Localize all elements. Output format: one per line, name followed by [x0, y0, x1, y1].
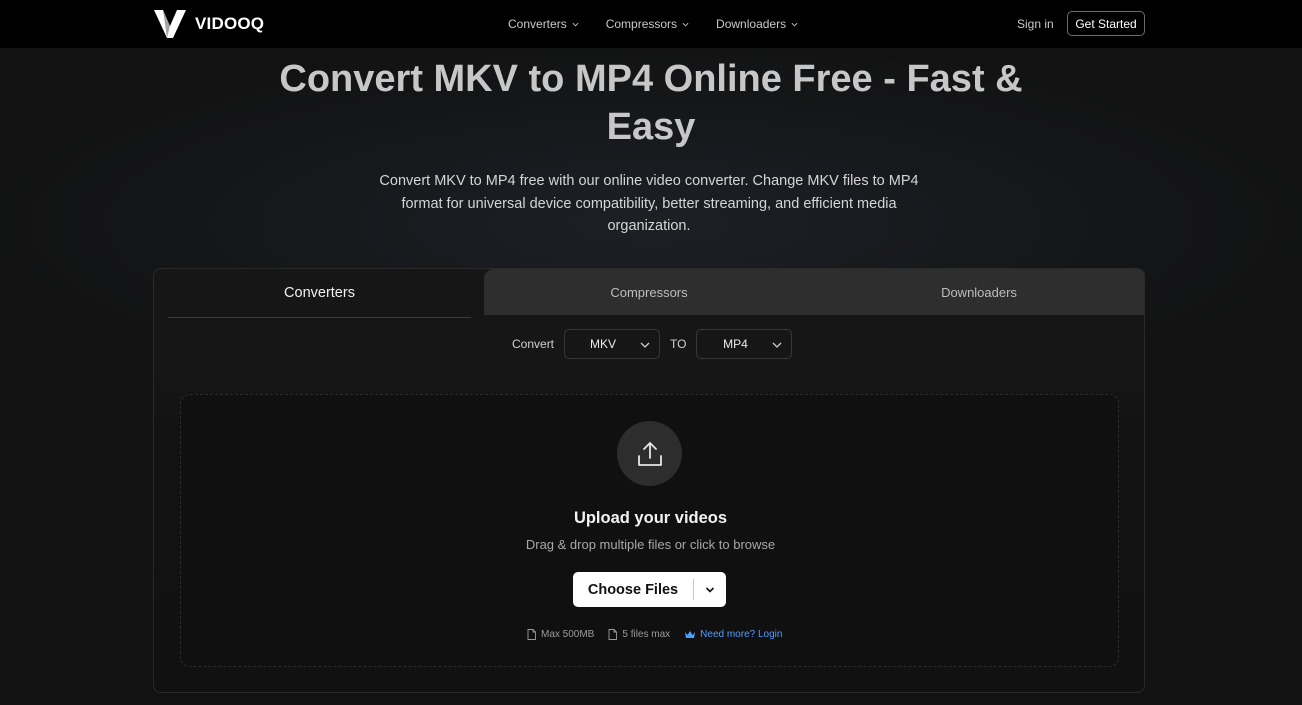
choose-files-button-group: Choose Files — [573, 572, 726, 607]
chevron-down-icon — [572, 22, 579, 26]
tab-converters[interactable]: Converters — [168, 269, 471, 318]
brand-logo[interactable]: VIDOOQ — [153, 8, 264, 40]
chevron-down-icon — [640, 342, 650, 348]
upload-limits: Max 500MB 5 files max Need more? Login — [527, 627, 782, 641]
upload-section: Upload your videos Drag & drop multiple … — [154, 369, 1144, 692]
format-selector-row: Convert MKV TO MP4 — [512, 329, 793, 359]
to-format-value: MP4 — [723, 337, 748, 351]
nav-compressors-label: Compressors — [605, 17, 678, 31]
upload-subtitle: Drag & drop multiple files or click to b… — [525, 537, 776, 552]
file-icon — [608, 628, 618, 640]
tab-bar: Converters Compressors Downloaders — [154, 269, 1144, 318]
from-format-select[interactable]: MKV — [564, 329, 661, 359]
sign-in-link[interactable]: Sign in — [1017, 17, 1054, 31]
tab-strip: Compressors Downloaders — [484, 269, 1144, 315]
nav-compressors[interactable]: Compressors — [606, 17, 689, 31]
nav-converters[interactable]: Converters — [508, 17, 579, 31]
need-more-text: Need more? Login — [700, 628, 783, 640]
chevron-down-icon — [682, 22, 689, 26]
brand-name: VIDOOQ — [195, 14, 265, 33]
upload-icon — [637, 441, 662, 466]
tab-compressors[interactable]: Compressors — [484, 269, 814, 315]
page-title: Convert MKV to MP4 Online Free - Fast & … — [279, 58, 1023, 148]
top-navbar: VIDOOQ Converters Compressors Downloader… — [0, 0, 1302, 48]
choose-files-dropdown[interactable] — [694, 572, 726, 607]
max-files-text: 5 files max — [622, 628, 671, 640]
nav-downloaders[interactable]: Downloaders — [716, 17, 798, 31]
tab-downloaders[interactable]: Downloaders — [814, 269, 1144, 315]
converter-card: Converters Compressors Downloaders Conve… — [153, 268, 1145, 693]
crown-icon — [685, 630, 696, 638]
vidooq-logo-icon — [154, 10, 186, 38]
max-files-info: 5 files max — [608, 629, 670, 640]
choose-files-button[interactable]: Choose Files — [573, 582, 693, 598]
to-label: TO — [670, 337, 687, 351]
convert-label: Convert — [512, 337, 555, 351]
chevron-down-icon — [791, 22, 798, 26]
max-size-text: Max 500MB — [541, 628, 595, 640]
file-icon — [527, 628, 536, 640]
need-more-login-link[interactable]: Need more? Login — [684, 629, 782, 640]
nav-converters-label: Converters — [508, 17, 567, 31]
nav-menu: Converters Compressors Downloaders — [508, 0, 825, 48]
from-format-value: MKV — [590, 337, 617, 351]
upload-dropzone[interactable]: Upload your videos Drag & drop multiple … — [180, 394, 1119, 667]
upload-title: Upload your videos — [573, 509, 728, 527]
chevron-down-icon — [705, 586, 715, 593]
get-started-button[interactable]: Get Started — [1067, 11, 1145, 36]
chevron-down-icon — [773, 342, 782, 348]
nav-downloaders-label: Downloaders — [716, 17, 787, 31]
to-format-select[interactable]: MP4 — [696, 329, 793, 359]
page-description: Convert MKV to MP4 free with our online … — [379, 173, 919, 235]
upload-icon-circle — [617, 421, 682, 486]
max-size-info: Max 500MB — [527, 629, 594, 640]
